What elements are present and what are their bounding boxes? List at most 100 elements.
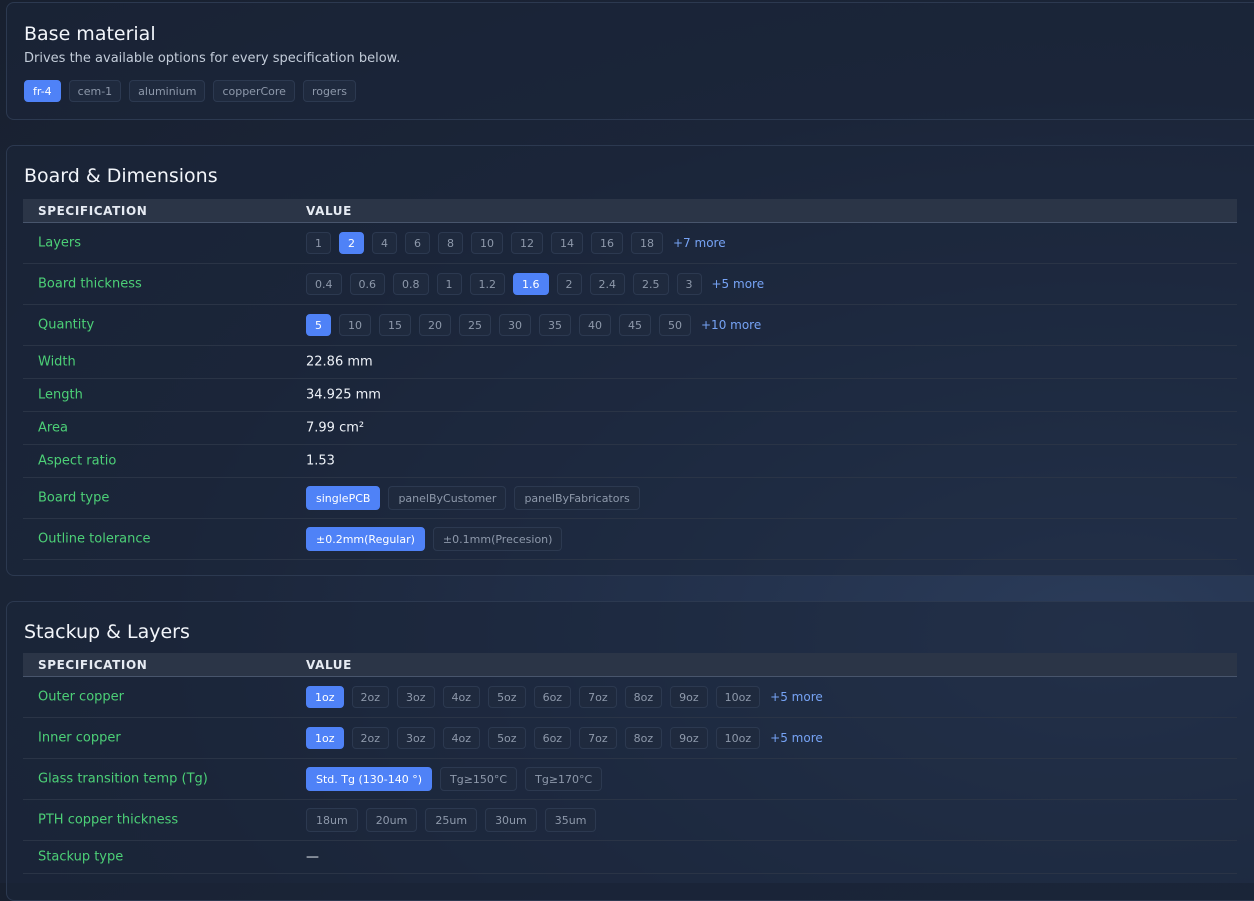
material-option-cem-1[interactable]: cem-1: [68, 80, 122, 102]
material-option-fr-4[interactable]: fr-4: [24, 80, 61, 102]
option-chip[interactable]: 1oz: [306, 727, 344, 749]
option-chip[interactable]: 30: [499, 314, 531, 336]
option-chip[interactable]: 1: [306, 232, 331, 254]
option-chip[interactable]: 16: [591, 232, 623, 254]
option-chip[interactable]: ±0.2mm(Regular): [306, 527, 425, 551]
option-chip[interactable]: 30um: [485, 808, 537, 832]
option-chip[interactable]: 0.4: [306, 273, 342, 295]
option-chip[interactable]: 8oz: [624, 727, 663, 749]
spec-row-quantity: Quantity 5 10 15 20 25 30 35 40 45 50 +10 more: [23, 305, 1237, 346]
option-chip[interactable]: 7oz: [579, 686, 617, 708]
material-option-coppercore[interactable]: copperCore: [213, 80, 295, 102]
spec-label: Width: [38, 354, 76, 370]
more-options-link[interactable]: +5 more: [712, 277, 765, 291]
more-options-link[interactable]: +5 more: [770, 690, 823, 704]
option-chip[interactable]: 2.5: [633, 273, 669, 295]
material-option-rogers[interactable]: rogers: [302, 80, 356, 102]
spec-row-layers: Layers 1 2 4 6 8 10 12 14 16 18 +7 more: [23, 223, 1237, 264]
option-chip[interactable]: ±0.1mm(Precesion): [432, 527, 563, 551]
option-chip[interactable]: Tg≥150°C: [440, 767, 518, 791]
option-chip[interactable]: panelByCustomer: [388, 486, 507, 510]
option-chip[interactable]: 6oz: [533, 727, 572, 749]
option-chip[interactable]: 14: [551, 232, 583, 254]
option-chip[interactable]: 10: [471, 232, 503, 254]
board-dimensions-card: Board & Dimensions SPECIFICATION VALUE L…: [6, 145, 1254, 576]
option-chip[interactable]: 1.2: [469, 273, 505, 295]
spec-value: 1.53: [306, 453, 335, 469]
option-chip[interactable]: 3oz: [397, 727, 435, 749]
option-chip[interactable]: 4oz: [442, 727, 481, 749]
option-chip[interactable]: 2oz: [351, 686, 390, 708]
option-chip[interactable]: 0.6: [349, 273, 385, 295]
option-chip[interactable]: 5oz: [488, 686, 526, 708]
option-chip[interactable]: 25: [459, 314, 491, 336]
base-material-subtitle: Drives the available options for every s…: [24, 51, 401, 66]
option-chip[interactable]: 6: [405, 232, 430, 254]
option-chip[interactable]: 9oz: [670, 727, 708, 749]
option-chip[interactable]: 8: [438, 232, 463, 254]
stackup-layers-title: Stackup & Layers: [24, 621, 190, 643]
spec-label: PTH copper thickness: [38, 812, 179, 828]
option-chip[interactable]: 20um: [365, 808, 418, 832]
spec-label: Outer copper: [38, 689, 124, 705]
option-chip[interactable]: 2oz: [351, 727, 390, 749]
table-header: SPECIFICATION VALUE: [23, 199, 1237, 223]
option-chip[interactable]: panelByFabricators: [514, 486, 640, 510]
option-chip[interactable]: 25um: [425, 808, 478, 832]
option-chip[interactable]: 18um: [306, 808, 358, 832]
option-chip[interactable]: 10: [339, 314, 371, 336]
option-group: 5 10 15 20 25 30 35 40 45 50 +10 more: [306, 314, 761, 336]
material-option-aluminium[interactable]: aluminium: [129, 80, 206, 102]
option-chip[interactable]: 10oz: [715, 686, 761, 708]
option-chip[interactable]: 15: [379, 314, 411, 336]
spec-row-outer-copper: Outer copper 1oz 2oz 3oz 4oz 5oz 6oz 7oz 8oz 9oz 1…: [23, 677, 1237, 718]
spec-label: Stackup type: [38, 849, 124, 865]
option-chip[interactable]: 35: [539, 314, 571, 336]
option-chip[interactable]: 10oz: [715, 727, 761, 749]
option-chip[interactable]: 1.6: [513, 273, 549, 295]
option-chip[interactable]: 0.8: [393, 273, 429, 295]
base-material-options: fr-4 cem-1 aluminium copperCore rogers: [24, 80, 356, 102]
option-chip[interactable]: 3oz: [397, 686, 435, 708]
option-chip[interactable]: 12: [511, 232, 543, 254]
option-chip[interactable]: 2.4: [589, 273, 625, 295]
option-chip[interactable]: 2: [339, 232, 364, 254]
option-chip[interactable]: 6oz: [533, 686, 572, 708]
option-chip[interactable]: 1: [436, 273, 462, 295]
spec-value: —: [306, 849, 319, 865]
more-options-link[interactable]: +7 more: [673, 236, 726, 250]
option-chip[interactable]: 40: [579, 314, 611, 336]
option-chip[interactable]: 3: [676, 273, 702, 295]
option-chip[interactable]: 5: [306, 314, 331, 336]
spec-label: Aspect ratio: [38, 453, 117, 469]
board-rows: Layers 1 2 4 6 8 10 12 14 16 18 +7 more Board thickn…: [23, 223, 1237, 560]
spec-label: Quantity: [38, 317, 95, 333]
option-chip[interactable]: 1oz: [306, 686, 344, 708]
option-chip[interactable]: 7oz: [579, 727, 617, 749]
option-chip[interactable]: 50: [659, 314, 691, 336]
option-chip[interactable]: 4: [372, 232, 397, 254]
more-options-link[interactable]: +10 more: [701, 318, 761, 332]
spec-row-outline-tolerance: Outline tolerance ±0.2mm(Regular) ±0.1mm(P…: [23, 519, 1237, 560]
more-options-link[interactable]: +5 more: [770, 731, 823, 745]
option-chip[interactable]: Std. Tg (130-140 °): [306, 767, 433, 791]
option-chip[interactable]: 5oz: [488, 727, 526, 749]
option-group: 0.4 0.6 0.8 1 1.2 1.6 2 2.4 2.5 3 +5 more: [306, 273, 764, 295]
option-chip[interactable]: 2: [556, 273, 582, 295]
option-chip[interactable]: 45: [619, 314, 651, 336]
option-chip[interactable]: 35um: [544, 808, 597, 832]
spec-label: Inner copper: [38, 730, 121, 746]
spec-row-board-type: Board type singlePCB panelByCustomer panelB…: [23, 478, 1237, 519]
option-chip[interactable]: 4oz: [442, 686, 481, 708]
option-group: Std. Tg (130-140 °) Tg≥150°C Tg≥170°C: [306, 767, 603, 791]
option-chip[interactable]: singlePCB: [306, 486, 381, 510]
option-chip[interactable]: 8oz: [624, 686, 663, 708]
spec-row-pth-copper-thickness: PTH copper thickness 18um 20um 25um 30um 35um: [23, 800, 1237, 841]
spec-value: 7.99 cm²: [306, 420, 365, 436]
spec-row-stackup-type: Stackup type —: [23, 841, 1237, 874]
stackup-layers-card: Stackup & Layers SPECIFICATION VALUE Out…: [6, 601, 1254, 901]
option-chip[interactable]: Tg≥170°C: [525, 767, 603, 791]
option-chip[interactable]: 9oz: [670, 686, 708, 708]
option-chip[interactable]: 20: [419, 314, 451, 336]
option-chip[interactable]: 18: [631, 232, 663, 254]
